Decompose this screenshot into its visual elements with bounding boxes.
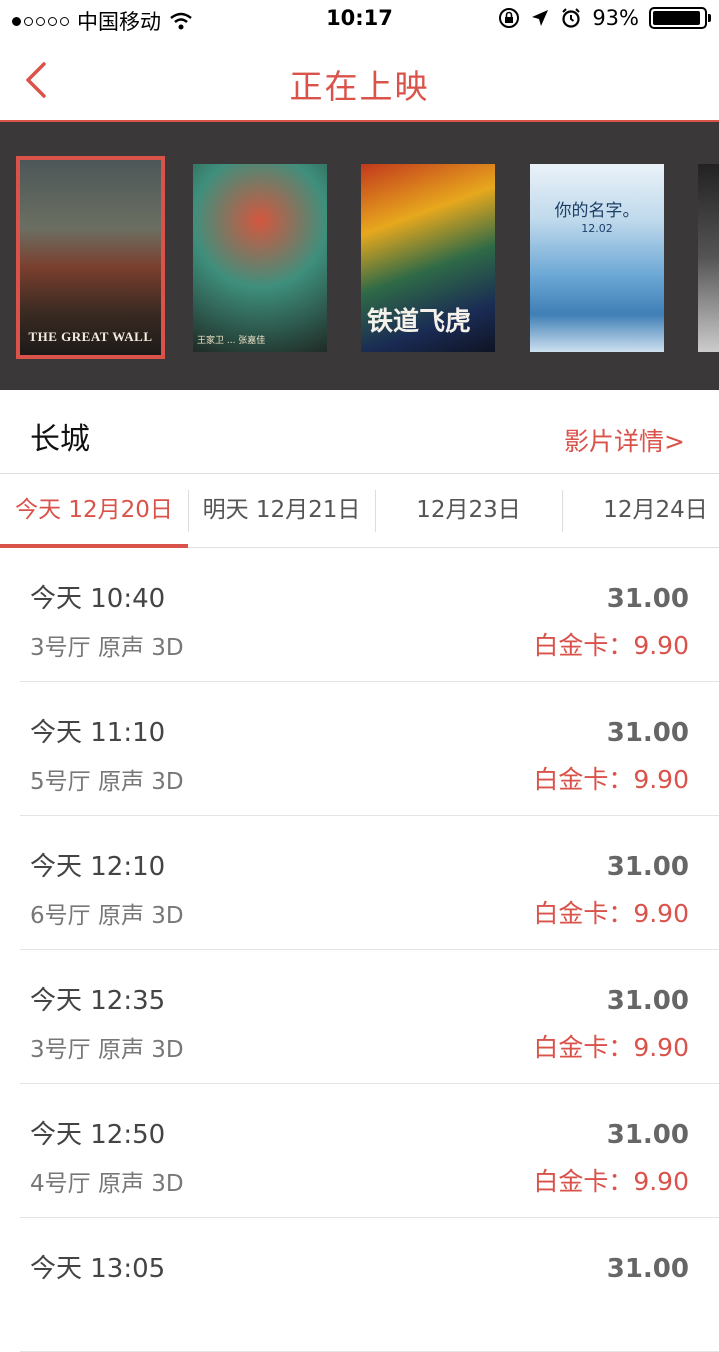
showtime-hall: 5号厅 原声 3D <box>30 769 184 795</box>
showtime-row[interactable]: 今天 12:50 4号厅 原声 3D 31.00 白金卡：9.90 <box>0 1084 719 1218</box>
showtime-member-price: 白金卡：9.90 <box>533 631 689 660</box>
rotation-lock-icon <box>499 8 520 28</box>
poster-title: 你的名字。 <box>554 201 640 221</box>
location-arrow-icon <box>532 10 549 26</box>
alarm-icon <box>562 8 581 28</box>
tab-date-tomorrow[interactable]: 明天 12月21日 <box>188 474 375 547</box>
poster-movie-5[interactable] <box>698 164 719 352</box>
tab-date-today[interactable]: 今天 12月20日 <box>0 474 188 547</box>
showtime-time: 今天 12:10 <box>30 852 166 882</box>
showtime-member-price: 白金卡：9.90 <box>533 1167 689 1196</box>
showtime-row[interactable]: 今天 12:10 6号厅 原声 3D 31.00 白金卡：9.90 <box>0 816 719 950</box>
showtime-price: 31.00 <box>606 584 689 614</box>
poster-title: THE GREAT WALL <box>28 329 153 344</box>
tab-date-dec-23[interactable]: 12月23日 <box>375 474 562 547</box>
showtime-time: 今天 11:10 <box>30 718 166 748</box>
poster-your-name[interactable]: 你的名字。 12.02 <box>530 164 664 352</box>
showtime-member-price: 白金卡：9.90 <box>533 765 689 794</box>
status-bar: 中国移动 10:17 93% <box>0 0 719 40</box>
showtime-price: 31.00 <box>606 1120 689 1150</box>
poster-railroad-tigers[interactable]: 铁道飞虎 <box>361 164 495 352</box>
battery-icon <box>649 7 711 29</box>
showtime-hall: 6号厅 原声 3D <box>30 903 184 929</box>
showtime-member-price: 白金卡：9.90 <box>533 899 689 928</box>
showtime-time: 今天 12:50 <box>30 1120 166 1150</box>
showtime-hall: 4号厅 原声 3D <box>30 1171 184 1197</box>
showtime-row[interactable]: 今天 12:35 3号厅 原声 3D 31.00 白金卡：9.90 <box>0 950 719 1084</box>
page-title: 正在上映 <box>289 67 430 106</box>
showtime-row[interactable]: 今天 11:10 5号厅 原声 3D 31.00 白金卡：9.90 <box>0 682 719 816</box>
poster-date: 12.02 <box>581 222 613 235</box>
battery-percent: 93% <box>592 6 639 30</box>
poster-title: 铁道飞虎 <box>367 307 472 337</box>
tab-date-dec-24[interactable]: 12月24日 <box>562 474 719 547</box>
showtime-hall: 3号厅 原声 3D <box>30 635 184 661</box>
movie-title: 长城 <box>30 422 90 457</box>
showtime-time: 今天 12:35 <box>30 986 166 1016</box>
status-right: 93% <box>498 6 711 30</box>
poster-movie-2[interactable]: 王家卫 ... 张嘉佳 <box>193 164 327 352</box>
movie-details-link[interactable]: 影片详情> <box>564 422 685 458</box>
nav-bar: 正在上映 <box>0 40 719 122</box>
poster-the-great-wall[interactable]: THE GREAT WALL <box>16 156 165 359</box>
date-tabs: 今天 12月20日 明天 12月21日 12月23日 12月24日 <box>0 474 719 548</box>
showtime-time: 今天 13:05 <box>30 1254 166 1284</box>
showtime-price: 31.00 <box>606 718 689 748</box>
showtime-hall: 3号厅 原声 3D <box>30 1037 184 1063</box>
showtime-member-price: 白金卡：9.90 <box>533 1033 689 1062</box>
showtime-price: 31.00 <box>606 986 689 1016</box>
poster-carousel[interactable]: THE GREAT WALL 王家卫 ... 张嘉佳 铁道飞虎 你的名字。 12… <box>0 122 719 390</box>
showtime-price: 31.00 <box>606 852 689 882</box>
showtime-row[interactable]: 今天 13:05 31.00 <box>0 1218 719 1352</box>
poster-caption: 王家卫 ... 张嘉佳 <box>197 336 266 346</box>
movie-header: 长城 影片详情> <box>0 390 719 474</box>
showtime-row[interactable]: 今天 10:40 3号厅 原声 3D 31.00 白金卡：9.90 <box>0 548 719 682</box>
showtime-list: 今天 10:40 3号厅 原声 3D 31.00 白金卡：9.90 今天 11:… <box>0 548 719 1352</box>
showtime-time: 今天 10:40 <box>30 584 166 614</box>
